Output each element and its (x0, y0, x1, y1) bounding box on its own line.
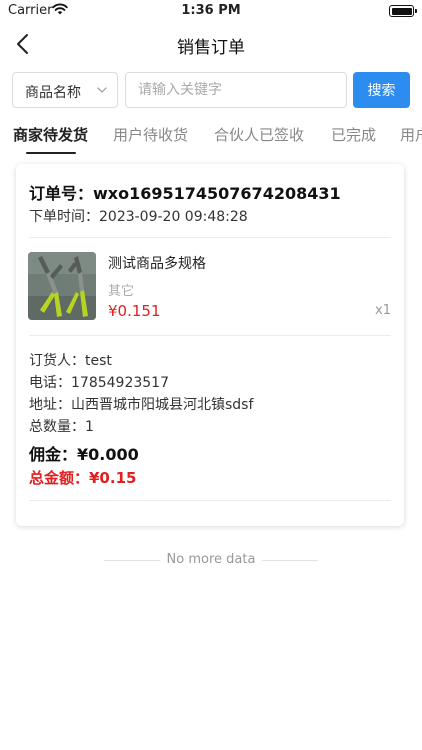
orderer-name: 订货人：test (29, 353, 112, 369)
search-input[interactable] (125, 72, 347, 108)
page-title: 销售订单 (177, 38, 245, 58)
product-name: 测试商品多规格 (108, 256, 206, 272)
active-tab-indicator (26, 152, 76, 154)
divider-right (262, 560, 318, 561)
shipping-address: 地址：山西晋城市阳城县河北镇sdsf (29, 397, 254, 413)
navigation-bar: 销售订单 (0, 22, 422, 66)
divider (29, 500, 391, 501)
tab-merchant-pending-shipment[interactable]: 商家待发货 (13, 124, 88, 145)
total-amount: 总金额：¥0.15 (29, 469, 137, 487)
divider (29, 237, 391, 238)
total-quantity: 总数量：1 (29, 419, 94, 435)
no-more-data-text: No more data (166, 552, 256, 567)
clock-time: 1:36 PM (181, 3, 241, 18)
tab-partner-signed[interactable]: 合伙人已签收 (214, 124, 304, 145)
no-more-data-indicator: No more data (0, 551, 422, 571)
order-time: 下单时间：2023-09-20 09:48:28 (29, 209, 248, 225)
battery-icon (389, 5, 417, 17)
commission: 佣金：¥0.000 (29, 445, 139, 464)
order-status-tabs: 商家待发货 用户待收货 合伙人已签收 已完成 用户 (0, 118, 422, 156)
category-select-value: 商品名称 (25, 85, 81, 101)
tab-user-pending-receipt[interactable]: 用户待收货 (113, 124, 188, 145)
product-image[interactable] (28, 252, 96, 320)
tab-user-more[interactable]: 用户 (400, 124, 422, 145)
chevron-down-icon (97, 87, 107, 93)
product-spec: 其它 (108, 284, 135, 299)
search-bar: 商品名称 搜索 (12, 72, 410, 108)
order-number: 订单号：wxo1695174507674208431 (29, 184, 341, 203)
product-price: ¥0.151 (108, 302, 161, 320)
category-select[interactable]: 商品名称 (12, 72, 118, 108)
search-button[interactable]: 搜索 (353, 72, 410, 108)
tab-completed[interactable]: 已完成 (331, 124, 376, 145)
status-bar: Carrier 1:36 PM (0, 0, 422, 22)
product-quantity: x1 (375, 303, 391, 318)
orderer-phone: 电话：17854923517 (29, 375, 169, 391)
order-card[interactable]: 订单号：wxo1695174507674208431 下单时间：2023-09-… (16, 164, 404, 526)
divider (29, 335, 391, 336)
